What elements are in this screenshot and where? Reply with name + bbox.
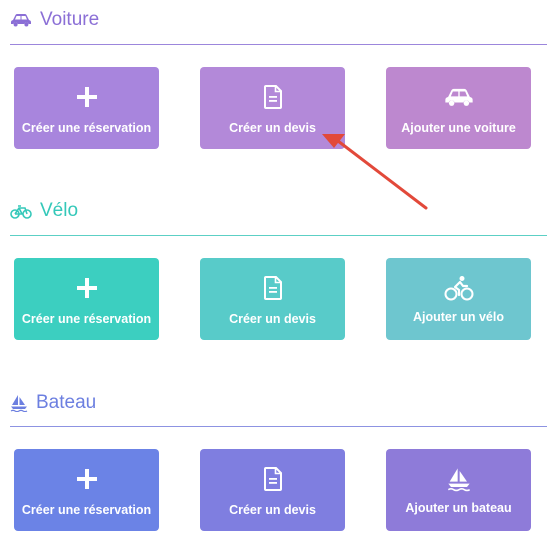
voiture-create-quote-button[interactable]: Créer un devis bbox=[200, 67, 345, 149]
divider-bateau bbox=[10, 426, 547, 427]
add-boat-button[interactable]: Ajouter un bateau bbox=[386, 449, 531, 531]
button-label: Ajouter une voiture bbox=[401, 121, 516, 135]
button-label: Créer une réservation bbox=[21, 503, 152, 517]
document-icon bbox=[263, 83, 283, 111]
bateau-create-reservation-button[interactable]: Créer une réservation bbox=[14, 449, 159, 531]
button-label: Créer un devis bbox=[229, 121, 316, 135]
plus-icon bbox=[75, 83, 99, 111]
velo-create-reservation-button[interactable]: Créer une réservation bbox=[14, 258, 159, 340]
voiture-create-reservation-button[interactable]: Créer une réservation bbox=[14, 67, 159, 149]
section-title-bateau-label: Bateau bbox=[36, 392, 97, 413]
velo-create-quote-button[interactable]: Créer un devis bbox=[200, 258, 345, 340]
section-title-voiture-label: Voiture bbox=[40, 9, 100, 30]
section-title-voiture: Voiture bbox=[10, 9, 99, 31]
button-label: Créer une réservation bbox=[21, 312, 152, 326]
sailboat-icon bbox=[10, 394, 28, 412]
cyclist-icon bbox=[444, 274, 474, 302]
section-title-velo-label: Vélo bbox=[40, 200, 79, 221]
car-icon bbox=[10, 13, 32, 27]
bateau-create-quote-button[interactable]: Créer un devis bbox=[200, 449, 345, 531]
car-icon bbox=[444, 83, 474, 111]
button-label: Créer un devis bbox=[229, 312, 316, 326]
plus-icon bbox=[75, 465, 99, 493]
button-label: Ajouter un vélo bbox=[413, 310, 504, 324]
document-icon bbox=[263, 465, 283, 493]
divider-velo bbox=[10, 235, 547, 236]
button-label: Ajouter un bateau bbox=[405, 501, 512, 515]
sailboat-icon bbox=[447, 465, 471, 493]
add-car-button[interactable]: Ajouter une voiture bbox=[386, 67, 531, 149]
document-icon bbox=[263, 274, 283, 302]
divider-voiture bbox=[10, 44, 547, 45]
button-label: Créer une réservation bbox=[21, 121, 152, 135]
section-title-bateau: Bateau bbox=[10, 392, 96, 414]
bicycle-icon bbox=[10, 203, 32, 219]
add-bike-button[interactable]: Ajouter un vélo bbox=[386, 258, 531, 340]
plus-icon bbox=[75, 274, 99, 302]
button-label: Créer un devis bbox=[229, 503, 316, 517]
section-title-velo: Vélo bbox=[10, 200, 78, 222]
